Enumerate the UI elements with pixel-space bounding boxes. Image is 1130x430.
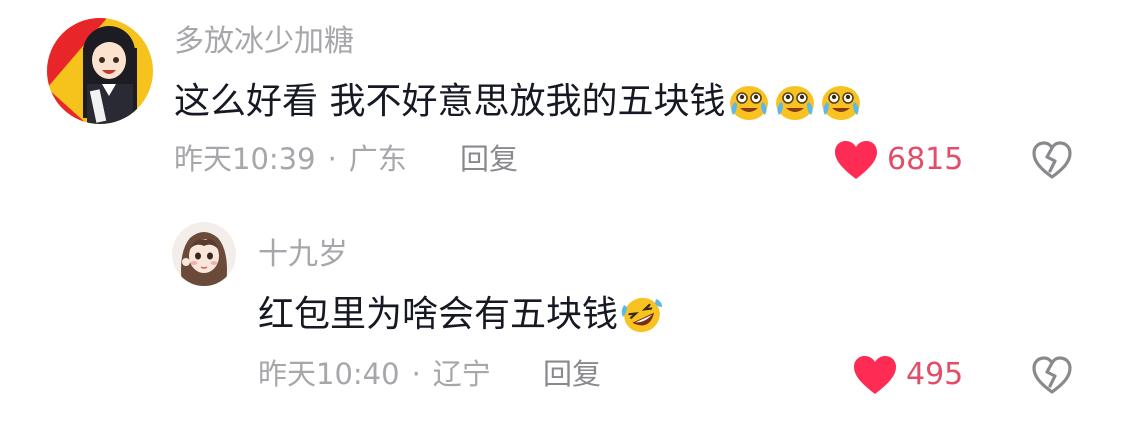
- crying-laughing-face-icon: [819, 82, 863, 122]
- reply-button[interactable]: 回复: [460, 145, 518, 174]
- reply-time: 昨天10:40: [258, 357, 400, 391]
- girl-drawing-avatar-image: [172, 222, 236, 286]
- avatar[interactable]: [172, 222, 236, 286]
- broken-heart-icon: [1032, 141, 1072, 179]
- crying-laughing-face-icon: [773, 82, 817, 122]
- like-button[interactable]: 495: [852, 354, 963, 396]
- like-count: 495: [906, 357, 964, 392]
- like-count: 6815: [887, 142, 964, 177]
- comment-meta: 昨天10:39 · 广东: [174, 145, 407, 174]
- dislike-button[interactable]: [1031, 140, 1073, 180]
- broken-heart-icon: [1032, 356, 1072, 394]
- comment-username[interactable]: 多放冰少加糖: [174, 27, 354, 57]
- rolling-laughing-face-icon: [620, 295, 664, 335]
- crying-laughing-face-icon: [727, 82, 771, 122]
- anime-girl-avatar-image: [47, 18, 153, 124]
- like-button[interactable]: 6815: [833, 139, 963, 181]
- dislike-button[interactable]: [1031, 355, 1073, 395]
- avatar[interactable]: [47, 18, 153, 124]
- reply-location: 辽宁: [432, 357, 491, 391]
- heart-icon: [835, 141, 877, 179]
- heart-icon: [854, 356, 896, 394]
- comment-text-content: 这么好看 我不好意思放我的五块钱: [174, 81, 726, 122]
- reply-text-content: 红包里为啥会有五块钱: [258, 294, 619, 335]
- comment-location: 广东: [348, 142, 407, 176]
- reply-meta: 昨天10:40 · 辽宁: [258, 360, 491, 389]
- reply-username[interactable]: 十九岁: [258, 240, 348, 270]
- reply-text: 红包里为啥会有五块钱: [258, 293, 664, 337]
- reply-button[interactable]: 回复: [543, 360, 601, 389]
- meta-separator: ·: [411, 357, 421, 391]
- comment-time: 昨天10:39: [174, 142, 316, 176]
- meta-separator: ·: [327, 142, 337, 176]
- comment-text: 这么好看 我不好意思放我的五块钱: [174, 80, 863, 124]
